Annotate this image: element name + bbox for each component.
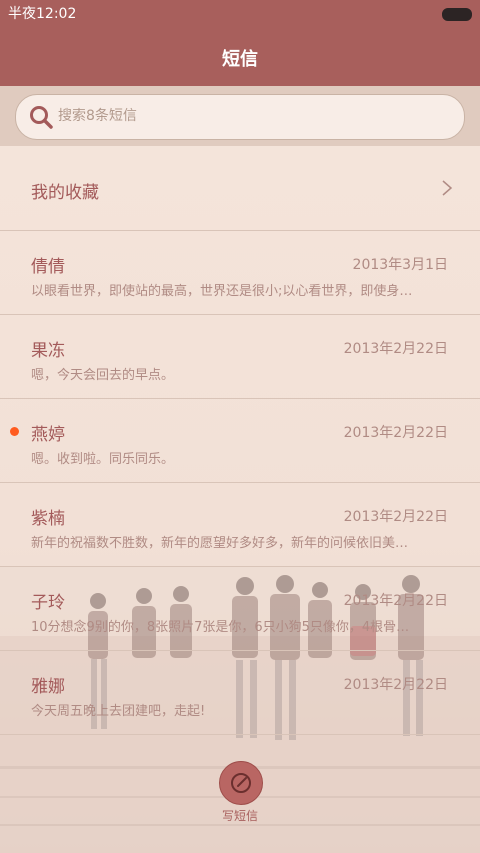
message-row[interactable]: 紫楠 2013年2月22日 新年的祝福数不胜数，新年的愿望好多好多，新年的问候依… (0, 482, 480, 567)
compose-icon (231, 773, 251, 793)
search-input[interactable] (58, 105, 438, 127)
message-date: 2013年2月22日 (343, 425, 448, 441)
message-date: 2013年2月22日 (343, 509, 448, 525)
message-preview: 嗯。收到啦。同乐同乐。 (31, 452, 175, 467)
unread-dot-icon (10, 427, 19, 436)
search-area (0, 86, 480, 146)
status-time: 半夜12:02 (8, 6, 77, 22)
message-preview: 嗯，今天会回去的早点。 (31, 368, 175, 383)
favorites-row[interactable]: 我的收藏 (0, 146, 480, 231)
search-icon (30, 106, 53, 129)
status-bar: 半夜12:02 (0, 0, 480, 28)
compose-area: 写短信 (0, 761, 480, 825)
title-bar: 短信 (0, 28, 480, 86)
chevron-right-icon (442, 180, 453, 196)
message-date: 2013年2月22日 (343, 593, 448, 609)
compose-label: 写短信 (221, 809, 258, 823)
message-row[interactable]: 子玲 2013年2月22日 10分想念9别的你，8张照片7张是你，6只小狗5只像… (0, 566, 480, 651)
message-date: 2013年2月22日 (343, 677, 448, 693)
message-row[interactable]: 燕婷 2013年2月22日 嗯。收到啦。同乐同乐。 (0, 398, 480, 483)
page-title: 短信 (222, 49, 258, 70)
contact-name: 紫楠 (31, 509, 65, 529)
message-date: 2013年2月22日 (343, 341, 448, 357)
contact-name: 燕婷 (31, 425, 65, 445)
message-row[interactable]: 雅娜 2013年2月22日 今天周五晚上去团建吧，走起! (0, 650, 480, 735)
contact-name: 果冻 (31, 341, 65, 361)
message-preview: 10分想念9别的你，8张照片7张是你，6只小狗5只像你，4根骨… (31, 620, 410, 635)
favorites-label: 我的收藏 (31, 183, 99, 203)
message-preview: 以眼看世界，即使站的最高，世界还是很小;以心看世界，即使身… (31, 284, 413, 299)
battery-icon (442, 8, 472, 21)
message-row[interactable]: 倩倩 2013年3月1日 以眼看世界，即使站的最高，世界还是很小;以心看世界，即… (0, 230, 480, 315)
compose-button[interactable] (219, 761, 263, 805)
contact-name: 雅娜 (31, 677, 65, 697)
message-preview: 今天周五晚上去团建吧，走起! (31, 704, 206, 719)
contact-name: 子玲 (31, 593, 65, 613)
contact-name: 倩倩 (31, 257, 65, 277)
message-date: 2013年3月1日 (352, 257, 448, 273)
message-preview: 新年的祝福数不胜数，新年的愿望好多好多，新年的问候依旧美… (31, 536, 409, 551)
search-box[interactable] (15, 94, 465, 140)
message-list: 我的收藏 倩倩 2013年3月1日 以眼看世界，即使站的最高，世界还是很小;以心… (0, 146, 480, 853)
message-row[interactable]: 果冻 2013年2月22日 嗯，今天会回去的早点。 (0, 314, 480, 399)
